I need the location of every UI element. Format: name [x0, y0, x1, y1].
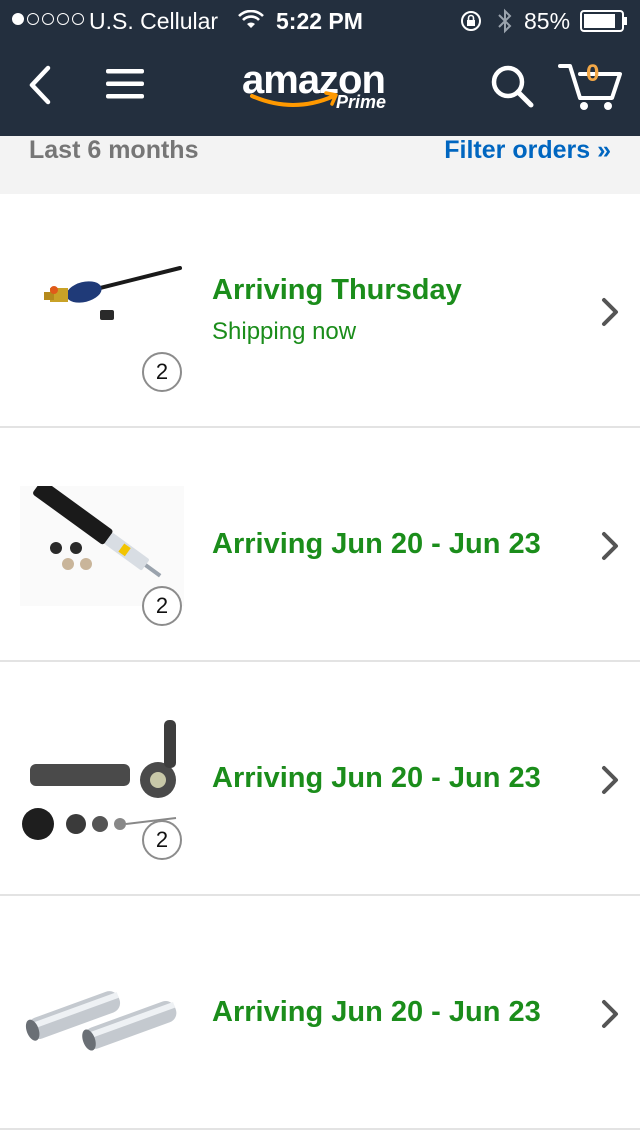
battery-percent: 85%: [524, 8, 571, 34]
quantity-badge: 2: [142, 820, 182, 860]
order-row[interactable]: 2 Arriving Jun 20 - Jun 23: [0, 662, 640, 896]
logo-prime-text: Prime: [336, 92, 387, 112]
shipping-status: Shipping now: [212, 318, 357, 345]
orientation-lock-icon: [461, 11, 481, 31]
status-bar: U.S. Cellular 5:22 PM 85%: [0, 0, 640, 40]
order-row[interactable]: 2 Arriving Jun 20 - Jun 23: [0, 428, 640, 662]
arrival-status: Arriving Jun 20 - Jun 23: [212, 996, 541, 1028]
back-arrow-icon[interactable]: [26, 64, 56, 106]
hamburger-menu-icon[interactable]: [106, 66, 146, 102]
order-row[interactable]: Arriving Jun 20 - Jun 23: [0, 896, 640, 1130]
amazon-prime-logo[interactable]: amazon Prime: [240, 58, 410, 118]
amazon-smile-icon: [250, 91, 338, 107]
orders-filter-bar: Last 6 months Filter orders »: [0, 136, 640, 194]
arrival-status: Arriving Thursday: [212, 274, 462, 306]
cart-count-badge[interactable]: 0: [586, 60, 599, 88]
chevron-right-icon: [602, 298, 618, 326]
signal-strength-icon: [12, 13, 84, 25]
quantity-badge: 2: [142, 352, 182, 392]
chevron-right-icon: [602, 1000, 618, 1028]
adjusting-sleeve-icon: [20, 954, 184, 1074]
chevron-right-icon: [602, 532, 618, 560]
carrier-name: U.S. Cellular: [89, 8, 219, 34]
clock: 5:22 PM: [276, 8, 363, 34]
app-header: amazon Prime 0: [0, 40, 640, 136]
order-row[interactable]: 2 Arriving Thursday Shipping now: [0, 194, 640, 428]
bluetooth-icon: [498, 8, 512, 34]
arrival-status: Arriving Jun 20 - Jun 23: [212, 528, 541, 560]
battery-icon: [580, 10, 627, 32]
time-period-label: Last 6 months: [29, 136, 199, 164]
filter-orders-link[interactable]: Filter orders »: [444, 136, 611, 165]
arrival-status: Arriving Jun 20 - Jun 23: [212, 762, 541, 794]
chevron-right-icon: [602, 766, 618, 794]
quantity-badge: 2: [142, 586, 182, 626]
wifi-icon: [238, 10, 264, 28]
search-icon[interactable]: [488, 62, 536, 110]
